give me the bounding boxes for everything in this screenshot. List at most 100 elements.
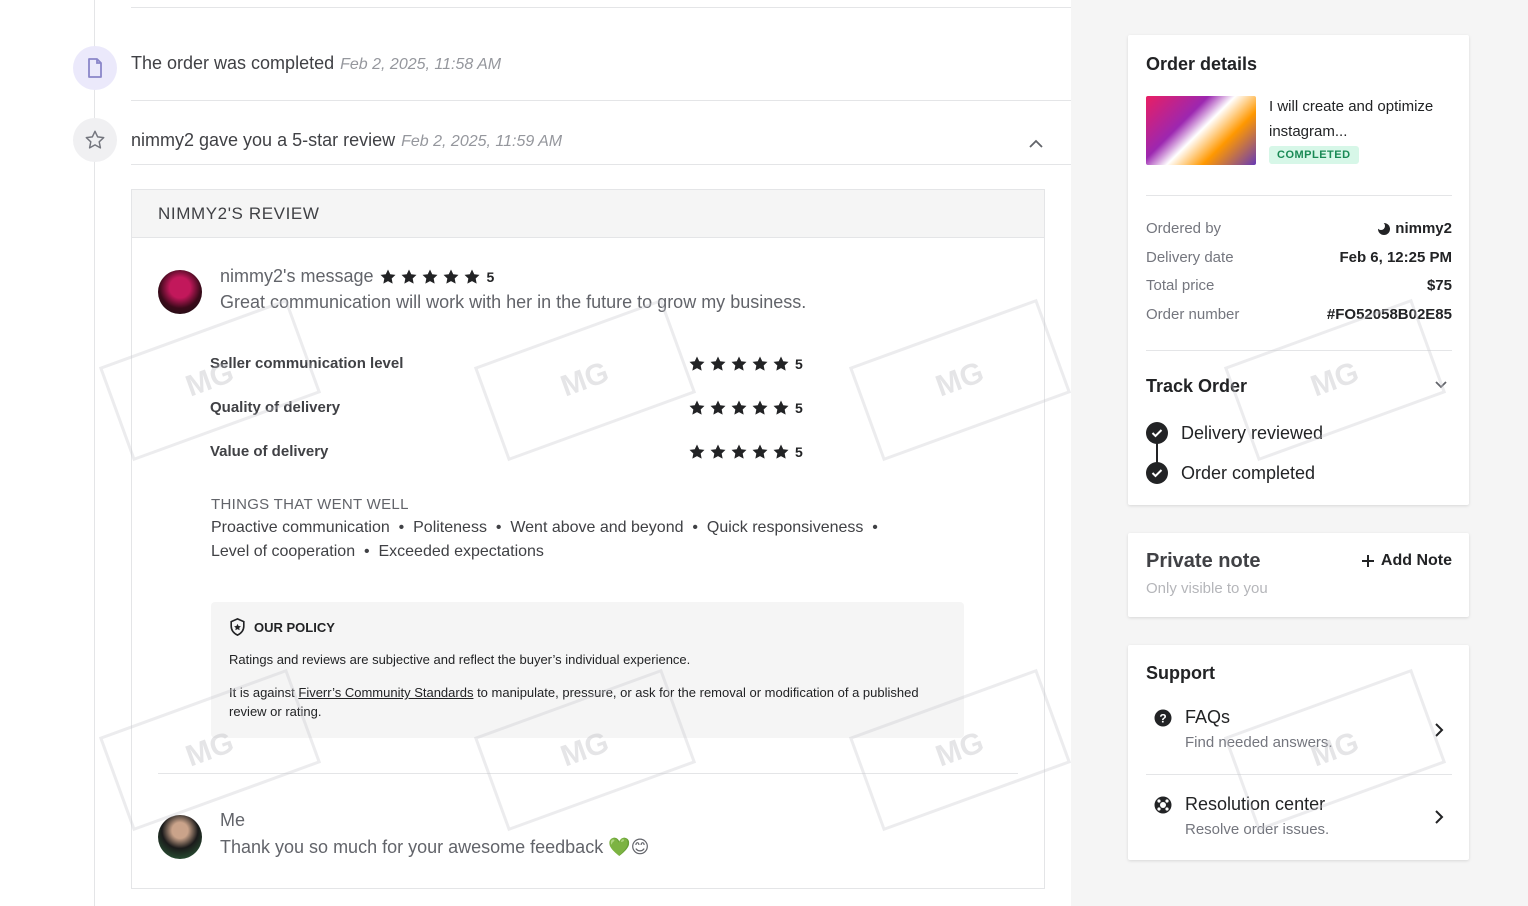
policy-header: OUR POLICY: [229, 618, 946, 636]
star-icon: [689, 444, 705, 459]
document-icon: [73, 46, 117, 90]
row-value: #FO52058B02E85: [1326, 306, 1452, 323]
rating-label: Quality of delivery: [210, 399, 341, 416]
private-note-title: Private note: [1146, 550, 1261, 572]
private-note-subtitle: Only visible to you: [1146, 580, 1268, 597]
star-icon: [752, 444, 768, 459]
policy-text: It is against Fiverr’s Community Standar…: [229, 683, 946, 721]
check-circle-icon: [1146, 462, 1168, 484]
went-well-heading: THINGS THAT WENT WELL: [211, 496, 409, 513]
plus-icon: [1361, 555, 1374, 567]
star-icon: [773, 356, 789, 371]
support-item-title: FAQs: [1185, 707, 1231, 727]
divider: [131, 100, 1071, 101]
message-author: nimmy2's message: [220, 266, 374, 286]
star-icon: [752, 356, 768, 371]
policy-text-prefix: It is against: [229, 685, 299, 700]
support-item-title: Resolution center: [1185, 794, 1326, 814]
policy-box: OUR POLICY Ratings and reviews are subje…: [211, 602, 964, 738]
avatar[interactable]: [158, 270, 202, 314]
activity-panel: The order was completed Feb 2, 2025, 11:5…: [0, 0, 1072, 906]
order-row-ordered-by: Ordered by nimmy2: [1146, 220, 1452, 237]
row-key: Total price: [1146, 277, 1215, 294]
rating-value: 5: [486, 268, 495, 285]
divider: [1146, 350, 1452, 351]
rating-label: Seller communication level: [210, 355, 404, 372]
divider: [131, 164, 1071, 165]
support-item-subtitle: Resolve order issues.: [1185, 821, 1330, 838]
policy-title: OUR POLICY: [254, 619, 335, 635]
star-rating: 5: [688, 443, 803, 466]
order-row-delivery-date: Delivery date Feb 6, 12:25 PM: [1146, 249, 1452, 266]
star-icon: [731, 356, 747, 371]
support-item-resolution-center[interactable]: Resolution center Resolve order issues.: [1146, 790, 1452, 852]
chevron-right-icon: [1434, 722, 1444, 743]
star-outline-icon: [73, 118, 117, 162]
track-step: Delivery reviewed: [1181, 423, 1324, 443]
order-details-title: Order details: [1146, 54, 1258, 74]
divider: [1146, 774, 1452, 775]
star-icon: [464, 269, 480, 284]
support-item-subtitle: Find needed answers.: [1185, 734, 1333, 751]
review-header: NIMMY2'S REVIEW: [132, 190, 1044, 238]
message-header: nimmy2's message 5: [220, 266, 494, 287]
private-note-card: Private note Only visible to you Add Not…: [1128, 533, 1469, 617]
row-value[interactable]: nimmy2: [1377, 220, 1452, 237]
rating-label: Value of delivery: [210, 443, 329, 460]
star-icon: [773, 400, 789, 415]
track-order-title[interactable]: Track Order: [1146, 376, 1247, 397]
message-text: Great communication will work with her i…: [220, 292, 807, 312]
event-order-completed: The order was completed Feb 2, 2025, 11:5…: [131, 53, 501, 74]
went-well-tags: Proactive communication • Politeness • W…: [211, 519, 878, 536]
star-icon: [380, 269, 396, 284]
star-icon: [731, 444, 747, 459]
went-well-tags: Level of cooperation • Exceeded expectat…: [211, 543, 544, 560]
status-badge-label: COMPLETED: [1269, 146, 1359, 164]
support-item-faqs[interactable]: ? FAQs Find needed answers.: [1146, 703, 1452, 765]
add-note-button[interactable]: Add Note: [1361, 552, 1452, 570]
ordered-by-username: nimmy2: [1395, 220, 1452, 237]
star-icon: [689, 356, 705, 371]
gig-title[interactable]: I will create and optimize instagram...: [1269, 94, 1449, 144]
star-icon: [710, 356, 726, 371]
check-circle-icon: [1146, 422, 1168, 444]
community-standards-link[interactable]: Fiverr’s Community Standards: [298, 685, 473, 700]
row-key: Order number: [1146, 306, 1240, 323]
row-value: Feb 6, 12:25 PM: [1339, 249, 1452, 266]
order-row-order-number: Order number #FO52058B02E85: [1146, 306, 1452, 323]
support-card: Support ? FAQs Find needed answers. Reso…: [1128, 645, 1469, 860]
star-rating: 5: [688, 399, 803, 422]
add-note-label: Add Note: [1380, 552, 1452, 569]
event-title: The order was completed: [131, 53, 335, 73]
event-date: Feb 2, 2025, 11:59 AM: [401, 133, 563, 150]
status-badge: COMPLETED: [1269, 145, 1359, 164]
order-details-card: Order details I will create and optimize…: [1128, 35, 1469, 505]
chevron-right-icon: [1434, 809, 1444, 830]
divider: [131, 7, 1071, 8]
divider: [158, 773, 1018, 774]
star-icon: [443, 269, 459, 284]
star-rating: 5: [379, 268, 494, 286]
gig-thumbnail[interactable]: [1146, 96, 1256, 165]
reply-text: Thank you so much for your awesome feedb…: [220, 837, 650, 857]
star-icon: [773, 444, 789, 459]
star-icon: [689, 400, 705, 415]
support-title: Support: [1146, 663, 1215, 683]
avatar[interactable]: [158, 815, 202, 859]
row-value: $75: [1426, 277, 1452, 294]
lifebuoy-icon: [1154, 796, 1172, 819]
rating-value: 5: [795, 356, 803, 372]
reply-author: Me: [220, 810, 246, 830]
event-date: Feb 2, 2025, 11:58 AM: [340, 56, 502, 73]
star-rating: 5: [688, 355, 803, 378]
collapse-chevron-icon[interactable]: [1027, 137, 1045, 155]
policy-text: Ratings and reviews are subjective and r…: [229, 652, 691, 667]
star-icon: [731, 400, 747, 415]
chevron-down-icon[interactable]: [1433, 377, 1449, 395]
event-review: nimmy2 gave you a 5-star review Feb 2, 20…: [131, 130, 562, 151]
rating-value: 5: [795, 400, 803, 416]
divider: [1146, 195, 1452, 196]
rating-value: 5: [795, 444, 803, 460]
order-row-total-price: Total price $75: [1146, 277, 1452, 294]
svg-text:?: ?: [1159, 712, 1166, 726]
